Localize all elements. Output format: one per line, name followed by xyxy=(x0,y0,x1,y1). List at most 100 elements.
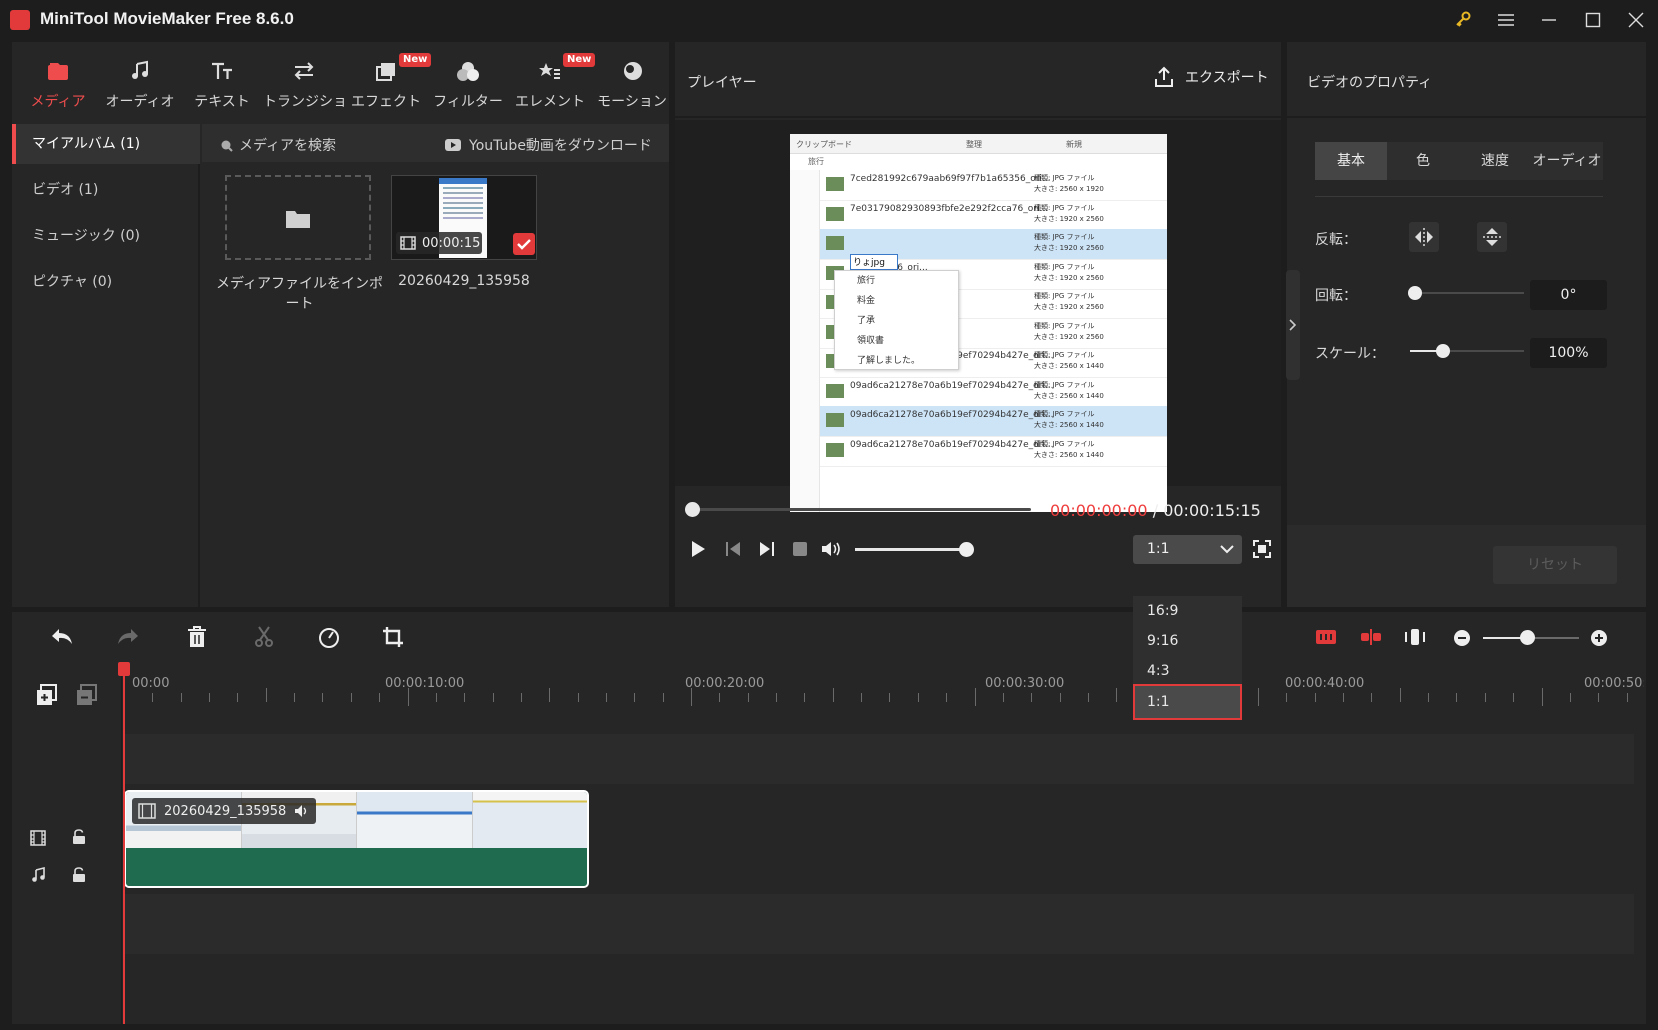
rotate-slider-handle[interactable] xyxy=(1408,286,1422,300)
snap-button[interactable] xyxy=(1315,627,1337,647)
youtube-download-button[interactable]: YouTube動画をダウンロード xyxy=(444,135,652,155)
timeline-video-clip[interactable]: 20260429_135958 xyxy=(124,790,589,888)
tool-text[interactable]: テキスト xyxy=(181,57,263,111)
volume-slider-handle[interactable] xyxy=(959,542,974,557)
tool-transition[interactable]: トランジション xyxy=(263,57,345,111)
ratio-option-16-9[interactable]: 16:9 xyxy=(1133,596,1242,626)
remove-track-button[interactable] xyxy=(76,684,98,706)
ruler-tick xyxy=(265,688,267,702)
tab-basic[interactable]: 基本 xyxy=(1315,142,1387,180)
rotate-value[interactable]: 0° xyxy=(1530,280,1607,310)
music-track-lock-button[interactable] xyxy=(72,867,86,883)
redo-button[interactable] xyxy=(116,626,140,648)
video-frame: クリップボード 整理 新規 旅行 7ced281992c679aab69f97f… xyxy=(790,134,1167,512)
zoom-slider-handle[interactable] xyxy=(1520,630,1535,645)
frame-nav-pane xyxy=(790,170,820,512)
menu-icon[interactable] xyxy=(1491,6,1521,34)
ruler-tick xyxy=(1456,693,1458,702)
scale-slider-handle[interactable] xyxy=(1436,344,1450,358)
album-music[interactable]: ミュージック (0) xyxy=(12,216,200,256)
export-button[interactable]: エクスポート xyxy=(1153,66,1269,88)
add-track-button[interactable] xyxy=(36,684,58,706)
frame-file-name: 7ced281992c679aab69f97f7b1a65356_ori... xyxy=(850,174,1051,184)
link-icon xyxy=(1361,629,1381,645)
maximize-icon[interactable] xyxy=(1578,6,1608,34)
media-search-button[interactable]: メディアを検索 xyxy=(220,135,336,155)
album-picture[interactable]: ピクチャ (0) xyxy=(12,262,200,302)
media-clip-tile[interactable]: 00:00:15 xyxy=(391,175,537,260)
undo-button[interactable] xyxy=(50,626,74,648)
ratio-option-1-1[interactable]: 1:1 xyxy=(1133,684,1242,720)
clip-selected-checkbox[interactable] xyxy=(513,233,535,255)
reset-button[interactable]: リセット xyxy=(1493,546,1617,584)
album-my-album[interactable]: マイアルバム (1) xyxy=(12,124,200,164)
tool-filter[interactable]: フィルター xyxy=(427,57,509,111)
panel-collapse-handle[interactable] xyxy=(1286,270,1300,380)
transition-icon xyxy=(263,57,345,85)
key-icon[interactable] xyxy=(1448,6,1478,34)
ruler-label: 00:00:40:00 xyxy=(1285,676,1365,691)
frame-file-row: 7e03179082930893fbfe2e292f2cca76_ori... 種… xyxy=(820,200,1167,231)
rotate-slider[interactable] xyxy=(1410,292,1524,294)
frame-file-size: 大きさ: 1920 x 2560 xyxy=(1034,332,1104,341)
video-track-lock-button[interactable] xyxy=(72,829,86,845)
flip-vertical-button[interactable] xyxy=(1477,222,1507,252)
tool-element[interactable]: エレメント New xyxy=(509,53,596,111)
fullscreen-button[interactable] xyxy=(1253,540,1271,558)
minimize-icon[interactable] xyxy=(1534,6,1564,34)
aspect-ratio-select[interactable]: 1:1 xyxy=(1133,535,1242,564)
tool-media[interactable]: メディア xyxy=(17,57,99,111)
link-button[interactable] xyxy=(1360,627,1382,647)
playback-progress[interactable] xyxy=(695,508,1031,511)
ruler-tick xyxy=(861,693,863,702)
close-icon[interactable] xyxy=(1621,6,1651,34)
ratio-option-4-3[interactable]: 4:3 xyxy=(1133,656,1242,686)
frame-context-item: 旅行 xyxy=(857,276,876,286)
playhead-handle[interactable] xyxy=(118,662,130,676)
playback-progress-handle[interactable] xyxy=(685,502,700,517)
split-button[interactable] xyxy=(254,626,274,648)
volume-slider[interactable] xyxy=(855,548,965,551)
flip-label: 反転： xyxy=(1315,232,1357,248)
tool-audio[interactable]: オーディオ xyxy=(99,57,181,111)
tool-motion[interactable]: モーション xyxy=(591,57,673,111)
frame-file-row: 09ad6ca21278e70a6b19ef70294b427e_ori...種… xyxy=(820,377,1167,408)
delete-button[interactable] xyxy=(187,626,207,648)
add-track-icon xyxy=(37,684,57,705)
tab-speed[interactable]: 速度 xyxy=(1459,142,1531,180)
tool-label: エレメント xyxy=(515,94,585,110)
scale-value[interactable]: 100% xyxy=(1530,338,1607,368)
tab-color[interactable]: 色 xyxy=(1387,142,1459,180)
zoom-out-button[interactable] xyxy=(1453,629,1471,647)
next-frame-button[interactable] xyxy=(759,541,775,557)
play-button[interactable] xyxy=(689,539,707,559)
ruler-tick xyxy=(1371,693,1373,702)
volume-button[interactable] xyxy=(821,540,843,558)
ruler-tick xyxy=(1343,693,1345,702)
ratio-option-9-16[interactable]: 9:16 xyxy=(1133,626,1242,656)
clip-duration: 00:00:15 xyxy=(422,235,481,251)
stop-button[interactable] xyxy=(793,542,807,556)
media-panel: メディア オーディオ テキスト トランジション エフェクト New フィルター … xyxy=(12,42,669,607)
tool-effect[interactable]: エフェクト New xyxy=(345,53,432,111)
fullscreen-icon xyxy=(1253,540,1271,558)
import-media-tile[interactable] xyxy=(225,175,371,260)
zoom-fit-button[interactable] xyxy=(1404,627,1426,647)
frame-file-size: 大きさ: 2560 x 1920 xyxy=(1034,185,1104,193)
ruler-tick xyxy=(1031,693,1033,702)
speed-button[interactable] xyxy=(318,626,340,648)
playhead-line[interactable] xyxy=(123,662,125,1024)
flip-horizontal-button[interactable] xyxy=(1409,222,1439,252)
frame-file-name: 09ad6ca21278e70a6b19ef70294b427e_ori... xyxy=(850,410,1054,420)
tool-label: モーション xyxy=(597,94,667,110)
ruler-tick xyxy=(1116,688,1118,702)
tab-audio[interactable]: オーディオ xyxy=(1531,142,1603,180)
previous-frame-button[interactable] xyxy=(725,541,741,557)
zoom-in-button[interactable] xyxy=(1590,629,1608,647)
ruler-tick xyxy=(180,693,182,702)
crop-button[interactable] xyxy=(382,626,404,648)
frame-ribbon-label: 整理 xyxy=(966,140,982,149)
ruler-tick xyxy=(1484,693,1486,702)
album-video[interactable]: ビデオ (1) xyxy=(12,170,200,210)
ruler-tick xyxy=(1258,688,1259,706)
